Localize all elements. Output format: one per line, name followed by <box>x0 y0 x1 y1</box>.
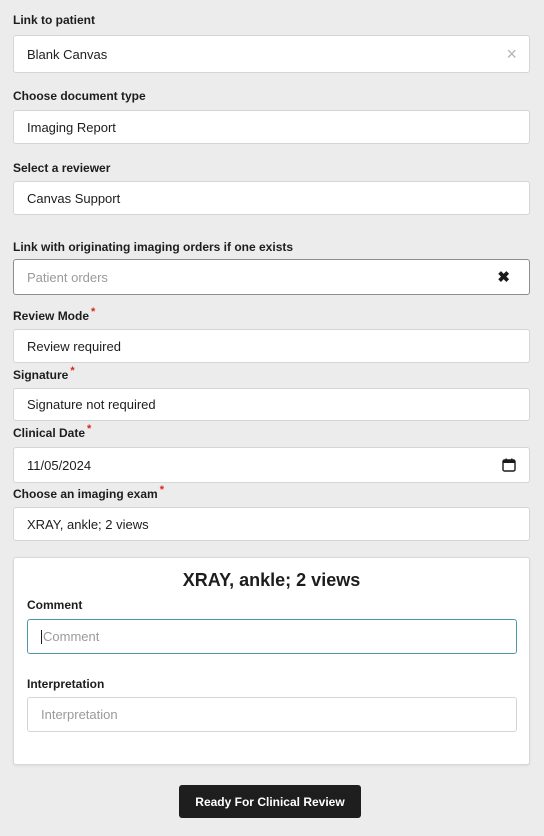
document-type-select[interactable]: Imaging Report <box>13 110 530 144</box>
review-mode-label: Review Mode * <box>13 306 96 323</box>
orders-placeholder: Patient orders <box>27 269 108 285</box>
clinical-date-label: Clinical Date * <box>13 423 92 440</box>
reviewer-value: Canvas Support <box>27 190 121 206</box>
orders-label: Link with originating imaging orders if … <box>13 240 294 254</box>
imaging-exam-value: XRAY, ankle; 2 views <box>27 516 149 532</box>
imaging-exam-label: Choose an imaging exam * <box>13 484 164 501</box>
document-type-value: Imaging Report <box>27 119 116 135</box>
calendar-icon[interactable] <box>502 458 516 472</box>
comment-placeholder: Comment <box>43 629 100 644</box>
clear-patient-icon[interactable]: × <box>506 45 517 63</box>
required-marker: * <box>159 484 164 496</box>
ready-for-clinical-review-button[interactable]: Ready For Clinical Review <box>179 785 361 818</box>
comment-label: Comment <box>27 598 83 612</box>
signature-select[interactable]: Signature not required <box>13 388 530 421</box>
patient-label: Link to patient <box>13 13 95 27</box>
review-mode-value: Review required <box>27 338 121 354</box>
signature-value: Signature not required <box>27 397 156 412</box>
imaging-exam-select[interactable]: XRAY, ankle; 2 views <box>13 507 530 541</box>
orders-select[interactable]: Patient orders ✖ <box>13 259 530 295</box>
signature-label: Signature * <box>13 365 75 382</box>
required-marker: * <box>91 306 96 318</box>
clinical-date-input[interactable]: 11/05/2024 <box>13 447 530 483</box>
clinical-date-value: 11/05/2024 <box>27 457 92 473</box>
required-marker: * <box>87 423 92 435</box>
required-marker: * <box>70 365 75 377</box>
reviewer-label: Select a reviewer <box>13 161 111 175</box>
patient-value: Blank Canvas <box>27 46 108 62</box>
interpretation-label: Interpretation <box>27 677 105 691</box>
interpretation-placeholder: Interpretation <box>41 707 118 722</box>
text-cursor <box>41 629 42 644</box>
review-mode-select[interactable]: Review required <box>13 329 530 363</box>
patient-select[interactable]: Blank Canvas × <box>13 35 530 73</box>
clear-orders-icon[interactable]: ✖ <box>497 268 510 286</box>
comment-input[interactable]: Comment <box>27 619 517 654</box>
exam-card-title: XRAY, ankle; 2 views <box>182 570 361 590</box>
document-type-label: Choose document type <box>13 89 146 103</box>
interpretation-input[interactable]: Interpretation <box>27 697 517 732</box>
reviewer-select[interactable]: Canvas Support <box>13 181 530 215</box>
exam-card: XRAY, ankle; 2 views Comment Comment Int… <box>13 557 530 765</box>
